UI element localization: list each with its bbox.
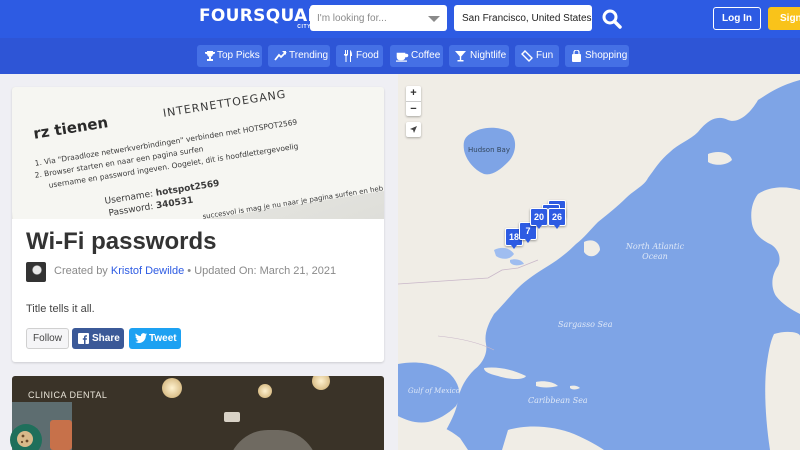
top-header: FOURSQUARE CITY GUIDE Log In Sign xyxy=(0,0,800,38)
category-label: Nightlife xyxy=(470,50,507,61)
category-label: Food xyxy=(356,50,379,61)
tweet-button[interactable]: Tweet xyxy=(129,328,181,349)
storefront-sign: CLINICA DENTAL xyxy=(28,390,108,400)
category-label: Coffee xyxy=(411,50,441,61)
category-label: Fun xyxy=(536,50,554,61)
lamp-decoration xyxy=(162,378,182,398)
map-label: North Atlantic Ocean xyxy=(625,242,685,261)
map-pin[interactable]: 20 xyxy=(530,208,548,229)
table-sign xyxy=(224,412,240,422)
login-button[interactable]: Log In xyxy=(713,7,761,30)
cookie-settings-button[interactable] xyxy=(10,424,42,450)
category-shopping[interactable]: Shopping xyxy=(565,45,629,67)
zoom-out-button[interactable]: − xyxy=(406,101,421,116)
share-button[interactable]: Share xyxy=(72,328,124,349)
card-description: Title tells it all. xyxy=(26,303,95,315)
chevron-down-icon[interactable] xyxy=(428,16,440,22)
search-input[interactable] xyxy=(310,5,428,31)
list-cover-image: rz tienen INTERNETTOEGANG 1. Via "Draadl… xyxy=(12,87,384,219)
trophy-icon xyxy=(205,51,215,61)
facebook-icon xyxy=(78,333,89,344)
lamp-decoration xyxy=(312,376,330,390)
twitter-icon xyxy=(135,333,147,343)
author-link[interactable]: Kristof Dewilde xyxy=(111,265,184,277)
category-label: Shopping xyxy=(585,50,628,61)
card-meta: Created by Kristof Dewilde • Updated On:… xyxy=(54,265,336,277)
category-label: Top Picks xyxy=(217,50,260,61)
location-arrow-icon xyxy=(410,126,417,133)
map-label: Gulf of Mexico xyxy=(408,387,460,395)
shopping-bag-icon xyxy=(572,50,581,62)
category-fun[interactable]: Fun xyxy=(515,45,559,67)
category-coffee[interactable]: Coffee xyxy=(390,45,443,67)
share-label: Share xyxy=(92,333,120,344)
list-card[interactable]: CLINICA DENTAL xyxy=(12,376,384,450)
plant-decoration xyxy=(50,420,72,450)
category-top-picks[interactable]: Top Picks xyxy=(197,45,262,67)
category-label: Trending xyxy=(289,50,329,61)
search-button[interactable] xyxy=(600,7,624,31)
location-field[interactable] xyxy=(454,5,592,31)
search-icon xyxy=(602,9,622,29)
cookie-icon xyxy=(17,431,33,447)
map-zoom-controls: + − xyxy=(406,86,421,116)
page-title: Wi-Fi passwords xyxy=(26,228,217,255)
updated-date: • Updated On: March 21, 2021 xyxy=(187,265,337,277)
list-feed: rz tienen INTERNETTOEGANG 1. Via "Draadl… xyxy=(0,74,398,450)
ticket-icon xyxy=(521,50,533,62)
cocktail-icon xyxy=(455,51,466,62)
location-input[interactable] xyxy=(454,5,592,31)
follow-button[interactable]: Follow xyxy=(26,328,69,349)
category-food[interactable]: Food xyxy=(336,45,383,67)
trending-icon xyxy=(274,51,287,61)
tweet-label: Tweet xyxy=(149,333,177,344)
fork-knife-icon xyxy=(343,50,352,62)
list-card: rz tienen INTERNETTOEGANG 1. Via "Draadl… xyxy=(12,87,384,362)
search-what-field[interactable] xyxy=(310,5,447,31)
locate-button[interactable] xyxy=(406,122,421,137)
chair-decoration xyxy=(228,430,318,450)
category-nav: Top Picks Trending Food Coffee Nightlife… xyxy=(0,38,800,74)
map-view[interactable]: Hudson Bay North Atlantic Ocean Sargasso… xyxy=(398,74,800,450)
category-trending[interactable]: Trending xyxy=(268,45,330,67)
signup-button[interactable]: Sign xyxy=(768,7,800,30)
map-label: Hudson Bay xyxy=(468,146,510,154)
map-label: Sargasso Sea xyxy=(558,320,613,329)
map-pin[interactable]: 26 xyxy=(548,208,566,229)
coffee-cup-icon xyxy=(396,52,409,62)
map-label: Caribbean Sea xyxy=(528,396,588,405)
zoom-in-button[interactable]: + xyxy=(406,86,421,101)
avatar[interactable] xyxy=(26,262,46,282)
created-by-label: Created by xyxy=(54,265,108,277)
lamp-decoration xyxy=(258,384,272,398)
category-nightlife[interactable]: Nightlife xyxy=(449,45,509,67)
